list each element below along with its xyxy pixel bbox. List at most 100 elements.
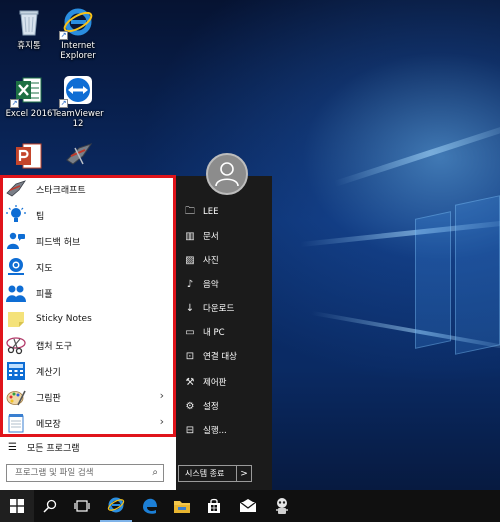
all-programs-button[interactable]: ☰ 모든 프로그램 [8, 441, 80, 454]
store-bag-icon [208, 498, 220, 513]
start-app-notepad[interactable]: 메모장 › [6, 411, 170, 435]
start-place-label: 사진 [203, 256, 219, 266]
start-place-label: 제어판 [203, 378, 227, 388]
people-icon [6, 283, 26, 303]
windows-logo-icon [10, 499, 24, 513]
wallpaper-window-pane [455, 195, 500, 355]
search-icon[interactable]: ⌕ [152, 465, 158, 481]
taskbar-mail[interactable] [232, 490, 264, 522]
user-avatar[interactable] [206, 153, 248, 195]
start-button[interactable] [0, 490, 34, 522]
starcraft-icon [63, 138, 95, 170]
this-pc-icon: ▭ [185, 326, 195, 338]
shutdown-options-chevron-icon[interactable]: > [237, 469, 251, 479]
start-app-snipping-tool[interactable]: 캡처 도구 [6, 333, 170, 357]
shutdown-label: 시스템 종료 [179, 466, 237, 481]
program-search-input[interactable]: 프로그램 및 파일 검색 ⌕ [6, 464, 164, 482]
start-app-label: Sticky Notes [36, 314, 92, 324]
taskbar-store[interactable] [198, 490, 230, 522]
search-icon [43, 499, 57, 513]
paint-icon [6, 387, 26, 407]
start-app-label: 피드백 허브 [36, 237, 81, 248]
taskbar-pinned-app[interactable] [266, 490, 298, 522]
start-app-label: 피플 [36, 289, 53, 300]
start-place-connect[interactable]: ⊡ 연결 대상 [184, 347, 270, 365]
chevron-right-icon[interactable]: › [160, 415, 164, 428]
start-place-run[interactable]: ⊟ 실행... [184, 421, 270, 439]
search-placeholder: 프로그램 및 파일 검색 [15, 468, 94, 478]
taskbar-edge[interactable] [134, 490, 166, 522]
start-app-label: 스타크래프트 [36, 185, 86, 196]
taskbar-internet-explorer[interactable] [100, 490, 132, 522]
start-place-label: 음악 [203, 280, 219, 290]
connect-icon: ⊡ [185, 350, 195, 362]
documents-icon: ▥ [185, 230, 195, 242]
start-place-this-pc[interactable]: ▭ 내 PC [184, 323, 270, 341]
start-app-sticky-notes[interactable]: Sticky Notes [6, 307, 170, 331]
start-app-tips[interactable]: 팁 [6, 203, 170, 227]
start-app-label: 팁 [36, 211, 45, 222]
start-app-label: 그림판 [36, 393, 61, 404]
start-place-control-panel[interactable]: ⚒ 제어판 [184, 373, 270, 391]
task-view-button[interactable] [66, 490, 98, 522]
starcraft-icon [6, 179, 26, 199]
start-place-documents[interactable]: ▥ 문서 [184, 227, 270, 245]
mail-envelope-icon [239, 499, 257, 512]
start-place-pictures[interactable]: ▨ 사진 [184, 251, 270, 269]
start-place-label: 연결 대상 [203, 352, 237, 362]
all-programs-label: 모든 프로그램 [26, 444, 80, 454]
internet-explorer-icon [107, 497, 125, 513]
start-place-label: 실행... [203, 426, 227, 436]
start-place-settings[interactable]: ⚙ 설정 [184, 397, 270, 415]
internet-explorer-icon: ↗ [59, 6, 94, 40]
tips-bulb-icon [6, 205, 26, 225]
desktop-icon-internet-explorer[interactable]: ↗ Internet Explorer [49, 6, 107, 61]
desktop-icon-teamviewer[interactable]: ↗ TeamViewer 12 [49, 74, 107, 129]
start-app-starcraft[interactable]: 스타크래프트 [6, 177, 170, 201]
chevron-right-icon[interactable]: › [160, 389, 164, 402]
wallpaper-beam [333, 119, 500, 187]
edge-browser-icon [143, 498, 157, 514]
shortcut-arrow-icon: ↗ [10, 99, 19, 108]
maps-icon [6, 257, 26, 277]
start-app-label: 계산기 [36, 367, 61, 378]
calculator-icon [6, 361, 26, 381]
notepad-icon [6, 413, 26, 433]
start-place-user[interactable]: 🗀 LEE [184, 203, 270, 221]
downloads-icon: ↓ [185, 302, 195, 314]
start-place-music[interactable]: ♪ 음악 [184, 275, 270, 293]
search-button[interactable] [34, 490, 66, 522]
folder-icon [174, 501, 190, 513]
start-app-label: 캡처 도구 [36, 341, 72, 352]
start-app-people[interactable]: 피플 [6, 281, 170, 305]
start-place-downloads[interactable]: ↓ 다운로드 [184, 299, 270, 317]
app-robot-icon [276, 498, 288, 514]
taskbar [0, 490, 500, 522]
list-icon: ☰ [8, 442, 17, 453]
start-place-label: 문서 [203, 232, 219, 242]
start-place-label: 설정 [203, 402, 219, 412]
teamviewer-icon: ↗ [59, 74, 94, 108]
user-silhouette-icon [215, 162, 239, 187]
start-app-label: 지도 [36, 263, 53, 274]
start-place-label: LEE [203, 207, 219, 217]
start-app-calculator[interactable]: 계산기 [6, 359, 170, 383]
run-icon: ⊟ [185, 424, 195, 436]
shortcut-arrow-icon: ↗ [59, 31, 68, 40]
start-app-feedback-hub[interactable]: 피드백 허브 [6, 229, 170, 253]
recycle-bin-icon [13, 6, 45, 38]
desktop-icon-label: TeamViewer 12 [52, 109, 104, 129]
start-place-label: 내 PC [203, 328, 225, 338]
desktop-icon-starcraft[interactable] [50, 138, 108, 173]
settings-gear-icon: ⚙ [185, 400, 195, 412]
taskbar-file-explorer[interactable] [166, 490, 198, 522]
start-app-paint[interactable]: 그림판 › [6, 385, 170, 409]
excel-icon: ↗ [10, 74, 45, 108]
user-folder-icon: 🗀 [185, 205, 195, 217]
shortcut-arrow-icon: ↗ [59, 99, 68, 108]
start-place-label: 다운로드 [203, 304, 235, 314]
feedback-hub-icon [6, 231, 26, 251]
desktop-icon-label: Internet Explorer [60, 41, 96, 61]
shutdown-button[interactable]: 시스템 종료 > [178, 465, 252, 482]
start-app-maps[interactable]: 지도 [6, 255, 170, 279]
